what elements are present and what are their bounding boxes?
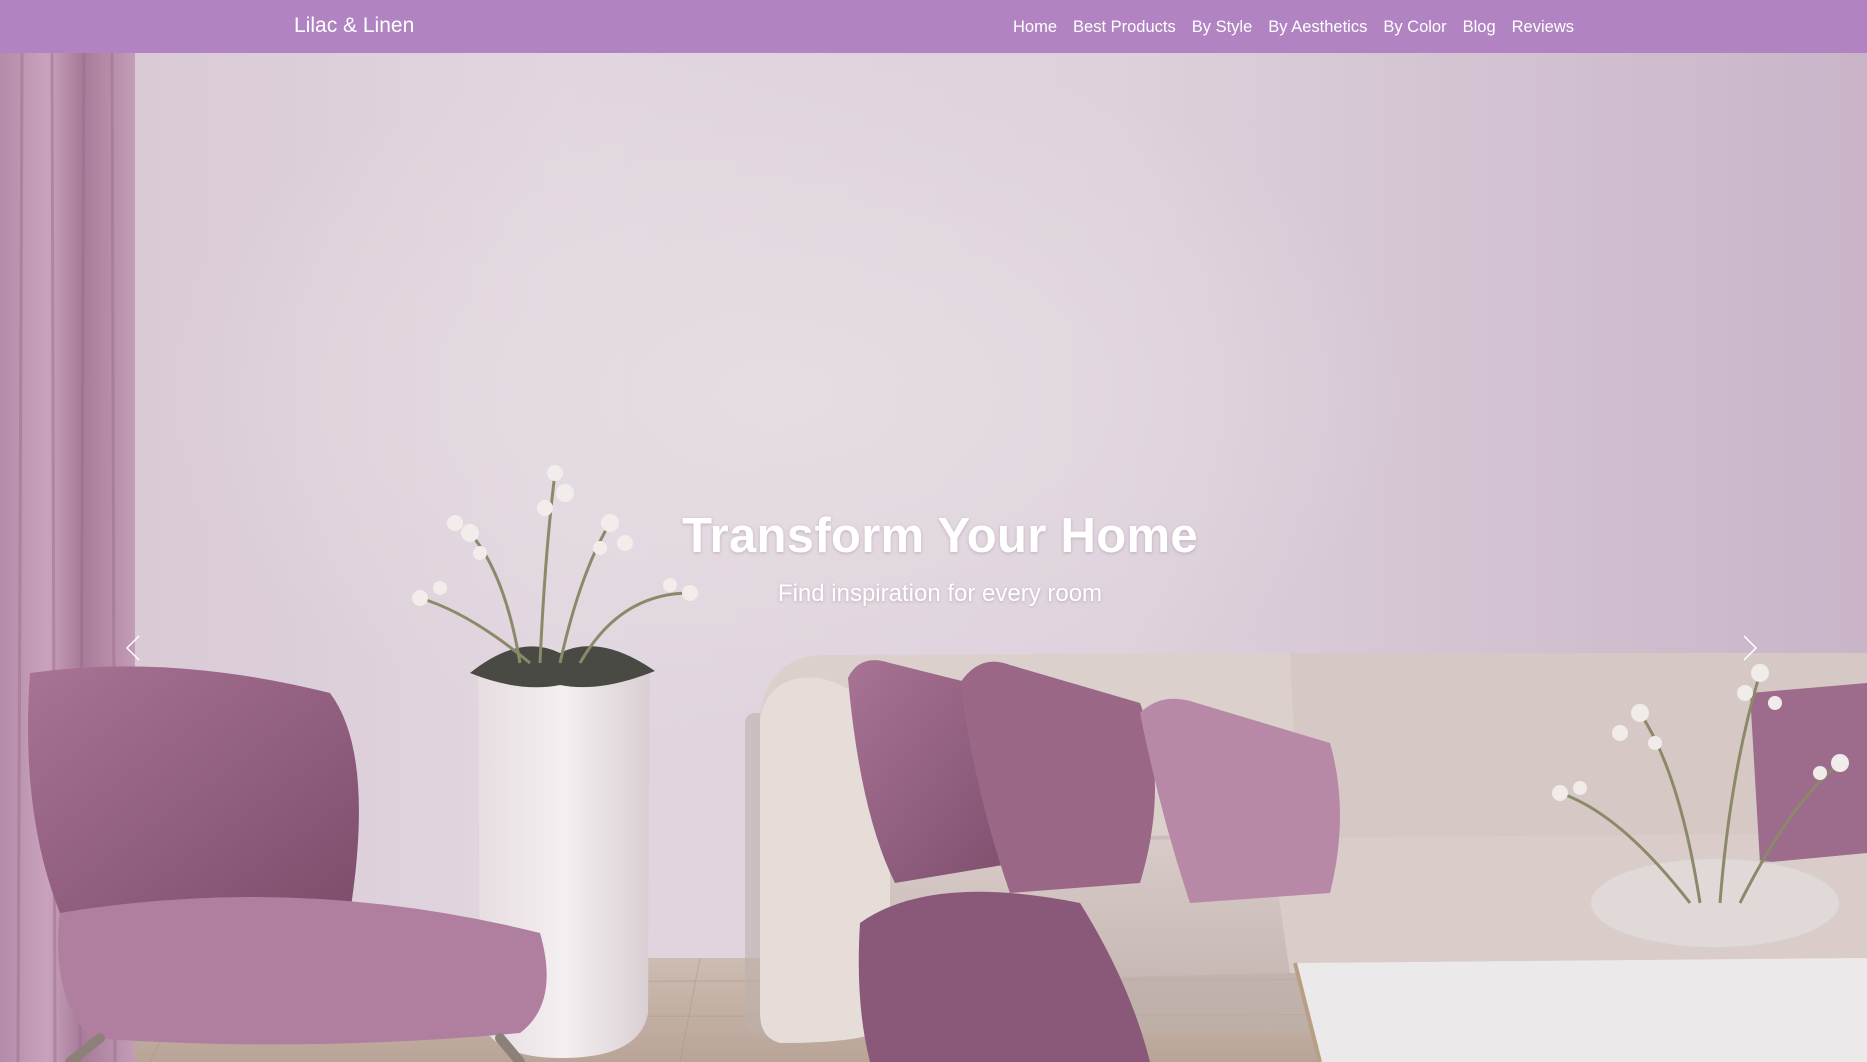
hero-caption: Transform Your Home Find inspiration for… [0,508,1867,608]
navbar: Lilac & Linen Home Best Products By Styl… [0,0,1867,53]
nav-item: Reviews [1504,15,1582,40]
nav-link-home[interactable]: Home [1005,15,1065,40]
nav-link-reviews[interactable]: Reviews [1504,15,1582,40]
hero-carousel: Transform Your Home Find inspiration for… [0,53,1867,1062]
nav-item: By Style [1184,15,1261,40]
nav-link-by-style[interactable]: By Style [1184,15,1261,40]
hero-title: Transform Your Home [682,509,1198,563]
nav-link-by-color[interactable]: By Color [1375,15,1454,40]
nav-item: Best Products [1065,15,1184,40]
nav-link-by-aesthetics[interactable]: By Aesthetics [1260,15,1375,40]
brand-logo[interactable]: Lilac & Linen [294,14,414,38]
chevron-right-icon [1743,635,1758,661]
carousel-next-button[interactable] [1730,618,1770,678]
chevron-left-icon [125,635,140,661]
carousel-prev-button[interactable] [113,618,153,678]
nav-item: Blog [1455,15,1504,40]
nav-link-best-products[interactable]: Best Products [1065,15,1184,40]
nav-item: By Color [1375,15,1454,40]
nav-link-blog[interactable]: Blog [1455,15,1504,40]
nav-links: Home Best Products By Style By Aesthetic… [1005,15,1582,40]
nav-item: By Aesthetics [1260,15,1375,40]
hero-subtitle: Find inspiration for every room [777,580,1103,607]
nav-item: Home [1005,15,1065,40]
